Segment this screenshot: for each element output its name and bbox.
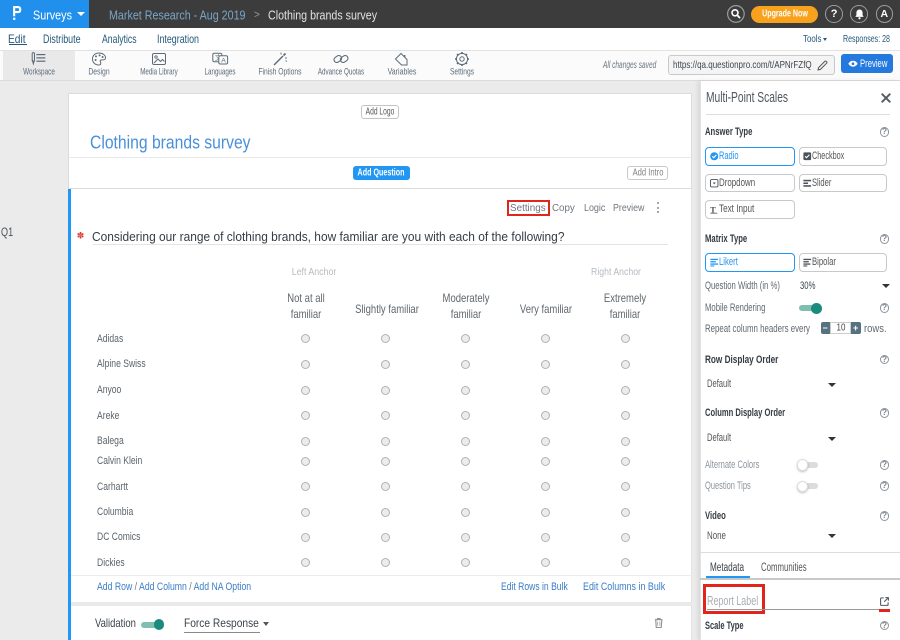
- svg-text:A: A: [221, 57, 226, 64]
